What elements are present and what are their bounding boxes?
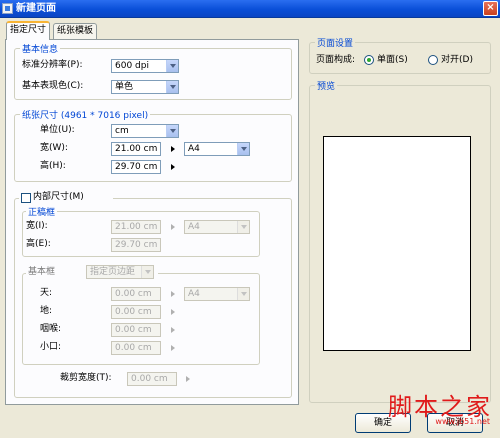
basic-frame-label: 基本框 bbox=[28, 267, 56, 277]
resolution-select[interactable]: 600 dpi bbox=[111, 59, 179, 73]
triangle-right-icon[interactable] bbox=[171, 164, 175, 170]
layout-label: 页面构成: bbox=[316, 55, 356, 65]
chevron-down-icon bbox=[237, 143, 249, 155]
fore-edge-label: 小口: bbox=[40, 342, 62, 352]
triangle-right-icon[interactable] bbox=[171, 309, 175, 315]
inner-size-checkbox[interactable] bbox=[21, 193, 31, 203]
height-field[interactable]: 29.70 cm bbox=[111, 160, 161, 174]
gutter-margin-field[interactable]: 0.00 cm bbox=[111, 323, 161, 337]
paper-preset-select[interactable]: A4 bbox=[184, 142, 250, 156]
triangle-right-icon[interactable] bbox=[171, 291, 175, 297]
inner-preset-value: A4 bbox=[188, 222, 200, 232]
chevron-down-icon bbox=[166, 60, 178, 72]
margin-preset-value: A4 bbox=[188, 289, 200, 299]
paper-size-legend: 纸张尺寸 (4961 * 7016 pixel) bbox=[20, 108, 151, 121]
basic-info-legend: 基本信息 bbox=[20, 42, 61, 55]
resolution-value: 600 dpi bbox=[115, 61, 149, 71]
chevron-down-icon bbox=[141, 266, 153, 278]
chevron-down-icon bbox=[237, 221, 249, 233]
inner-height-label: 高(E): bbox=[26, 239, 51, 249]
chevron-down-icon bbox=[166, 125, 178, 137]
page-settings-legend: 页面设置 bbox=[315, 36, 356, 49]
preview-paper bbox=[323, 136, 471, 351]
width-field[interactable]: 21.00 cm bbox=[111, 142, 161, 156]
inner-width-label: 宽(I): bbox=[26, 221, 48, 231]
triangle-right-icon[interactable] bbox=[171, 224, 175, 230]
app-icon bbox=[2, 3, 13, 14]
preview-legend: 预览 bbox=[315, 79, 338, 92]
watermark-url: www.jb51.net bbox=[435, 417, 490, 426]
unit-value: cm bbox=[115, 126, 129, 136]
top-margin-field[interactable]: 0.00 cm bbox=[111, 287, 161, 301]
chevron-down-icon bbox=[166, 81, 178, 93]
bottom-margin-field[interactable]: 0.00 cm bbox=[111, 305, 161, 319]
bottom-margin-label: 地: bbox=[40, 306, 53, 316]
inner-size-label: 内部尺寸(M) bbox=[33, 192, 84, 202]
color-select[interactable]: 单色 bbox=[111, 80, 179, 94]
triangle-right-icon[interactable] bbox=[171, 345, 175, 351]
spread-radio[interactable] bbox=[428, 55, 438, 65]
bleed-width-label: 裁剪宽度(T): bbox=[60, 373, 112, 383]
width-label: 宽(W): bbox=[40, 143, 68, 153]
inner-preset-select[interactable]: A4 bbox=[184, 220, 250, 234]
chevron-down-icon bbox=[237, 288, 249, 300]
title-bar: 新建页面 × bbox=[0, 0, 500, 18]
inner-height-field[interactable]: 29.70 cm bbox=[111, 238, 161, 252]
resolution-label: 标准分辨率(P): bbox=[22, 60, 83, 70]
unit-select[interactable]: cm bbox=[111, 124, 179, 138]
close-button[interactable]: × bbox=[483, 1, 498, 16]
window-title: 新建页面 bbox=[16, 3, 56, 14]
tab-paper-template[interactable]: 纸张模板 bbox=[53, 23, 98, 39]
unit-label: 单位(U): bbox=[40, 125, 75, 135]
margin-mode-value: 指定页边距 bbox=[90, 267, 136, 277]
color-label: 基本表现色(C): bbox=[22, 81, 84, 91]
margin-preset-select[interactable]: A4 bbox=[184, 287, 250, 301]
bleed-width-field[interactable]: 0.00 cm bbox=[127, 372, 177, 386]
single-page-label: 单面(S) bbox=[377, 55, 408, 65]
triangle-right-icon[interactable] bbox=[171, 146, 175, 152]
top-margin-label: 天: bbox=[40, 288, 53, 298]
margin-mode-select[interactable]: 指定页边距 bbox=[86, 265, 154, 279]
spread-label: 对开(D) bbox=[441, 55, 473, 65]
color-value: 单色 bbox=[115, 82, 134, 92]
gutter-margin-label: 咽喉: bbox=[40, 324, 62, 334]
content-frame-legend: 正稿框 bbox=[26, 205, 58, 218]
triangle-right-icon[interactable] bbox=[186, 376, 190, 382]
inner-width-field[interactable]: 21.00 cm bbox=[111, 220, 161, 234]
tab-specified-size[interactable]: 指定尺寸 bbox=[6, 21, 51, 40]
paper-preset-value: A4 bbox=[188, 144, 200, 154]
triangle-right-icon[interactable] bbox=[171, 327, 175, 333]
single-page-radio[interactable] bbox=[364, 55, 374, 65]
fore-edge-field[interactable]: 0.00 cm bbox=[111, 341, 161, 355]
height-label: 高(H): bbox=[40, 161, 66, 171]
